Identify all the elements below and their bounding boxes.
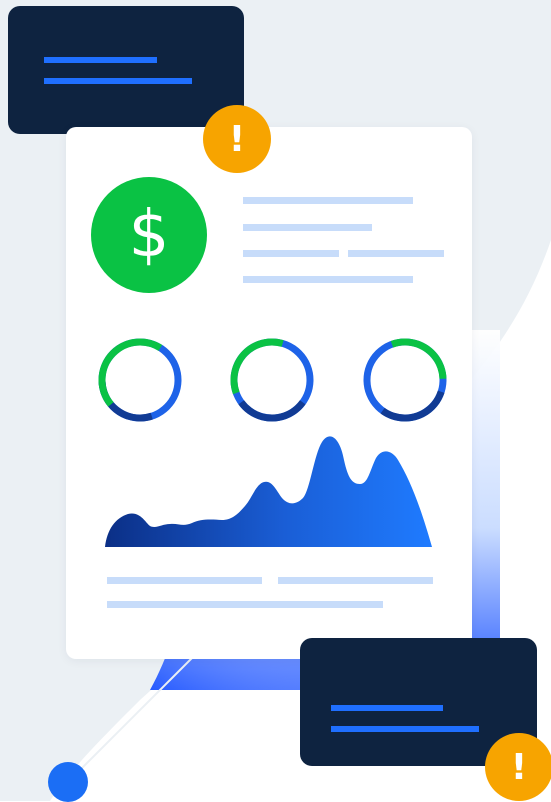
donut-chart	[230, 338, 314, 422]
donut-chart	[98, 338, 182, 422]
decorative-dot	[48, 762, 88, 802]
donut-green-arc	[230, 338, 314, 422]
bottom-card-line-short	[331, 705, 443, 711]
doc-line-5a	[107, 577, 262, 584]
doc-line-5b	[278, 577, 433, 584]
donut-green-arc	[363, 338, 447, 422]
bottom-alert-badge: !	[485, 733, 551, 801]
bottom-card-line-long	[331, 726, 479, 732]
alert-icon: !	[510, 746, 528, 788]
donut-navy-arc	[363, 338, 447, 422]
doc-line-6	[107, 601, 383, 608]
area-chart	[105, 436, 432, 547]
donut-chart	[363, 338, 447, 422]
donut-navy-arc	[98, 338, 182, 422]
